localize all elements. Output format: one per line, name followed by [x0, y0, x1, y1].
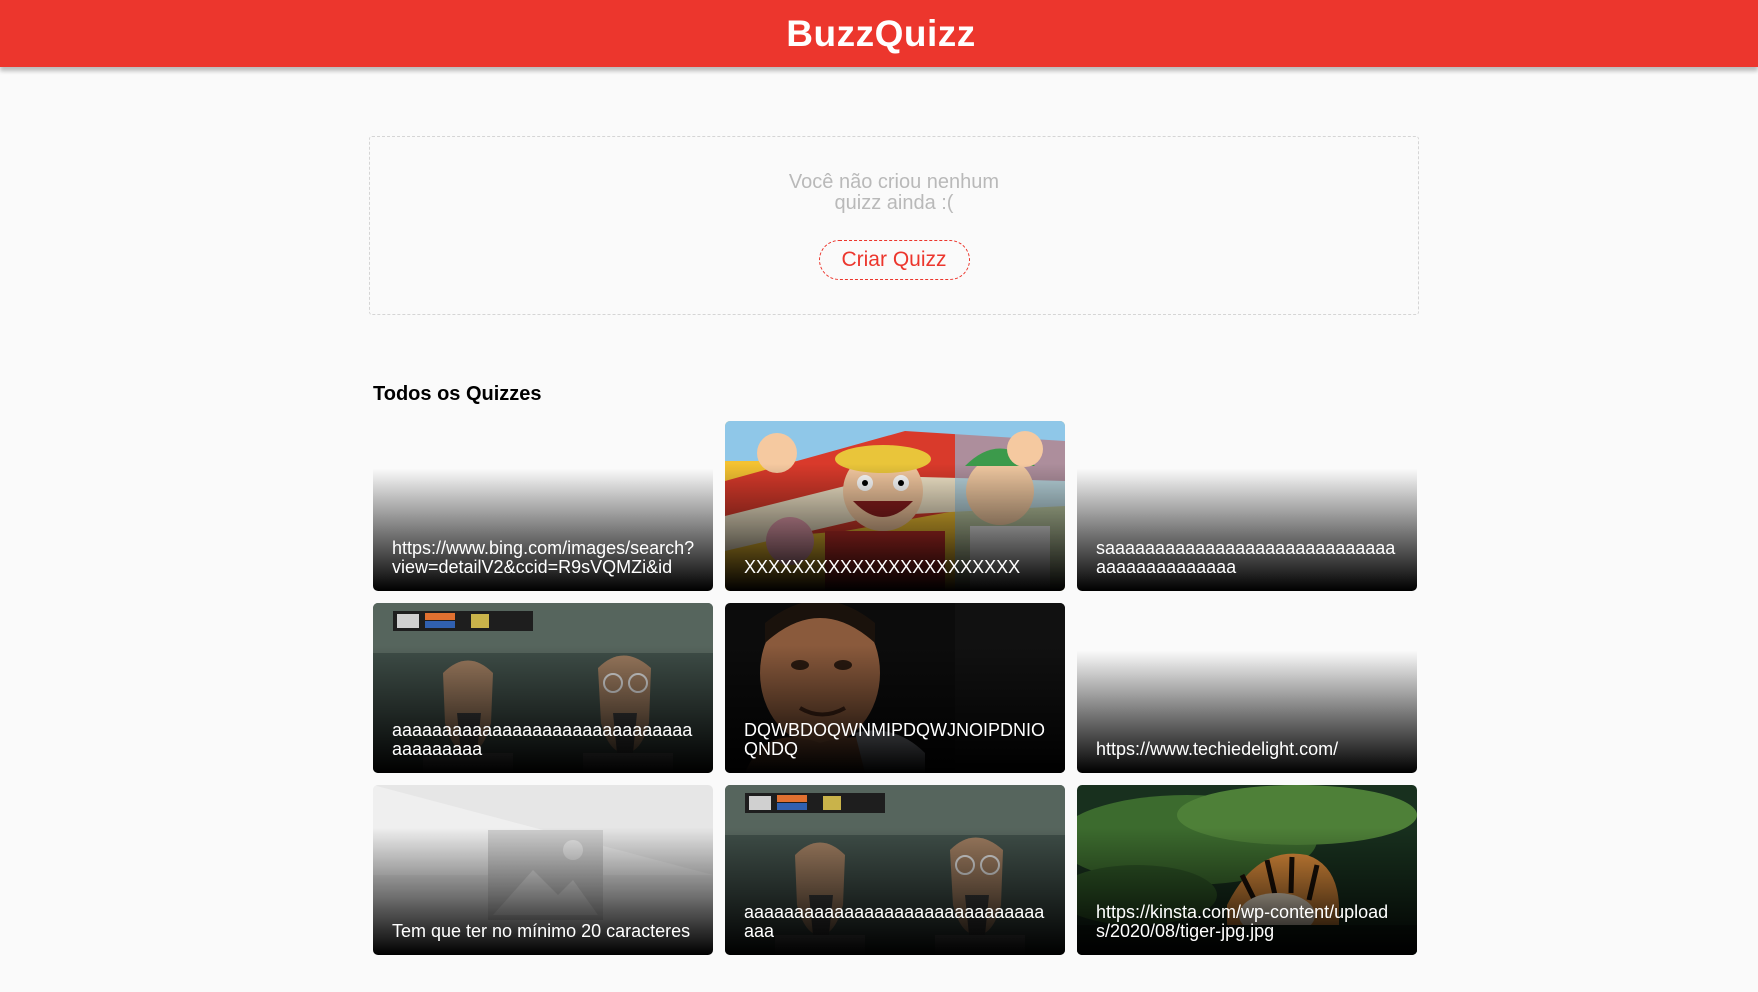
user-quizzes-empty-state: Você não criou nenhum quizz ainda :( Cri… — [369, 136, 1419, 315]
quiz-card[interactable]: https://kinsta.com/wp-content/uploads/20… — [1077, 785, 1417, 955]
quiz-card-title: aaaaaaaaaaaaaaaaaaaaaaaaaaaaaaaaa — [744, 902, 1045, 941]
quiz-card[interactable]: DQWBDOQWNMIPDQWJNOIPDNIOQNDQ — [725, 603, 1065, 773]
empty-message: Você não criou nenhum quizz ainda :( — [788, 171, 1000, 214]
quiz-card[interactable]: https://www.bing.com/images/search?view=… — [373, 421, 713, 591]
quiz-card-title: DQWBDOQWNMIPDQWJNOIPDNIOQNDQ — [744, 720, 1045, 759]
quiz-card-title: saaaaaaaaaaaaaaaaaaaaaaaaaaaaaaaaaaaaaaa… — [1096, 538, 1396, 577]
quiz-card-title: XXXXXXXXXXXXXXXXXXXXXXX — [744, 557, 1021, 577]
quiz-card-title: https://www.bing.com/images/search?view=… — [392, 538, 695, 577]
app-header: BuzzQuizz — [0, 0, 1758, 67]
quiz-card-title: aaaaaaaaaaaaaaaaaaaaaaaaaaaaaaaaaaaaaaa — [392, 720, 693, 759]
app-logo[interactable]: BuzzQuizz — [786, 13, 975, 55]
create-quiz-button[interactable]: Criar Quizz — [818, 240, 970, 280]
quiz-card[interactable]: XXXXXXXXXXXXXXXXXXXXXXX — [725, 421, 1065, 591]
quiz-card[interactable]: aaaaaaaaaaaaaaaaaaaaaaaaaaaaaaaaaaaaaaa — [373, 603, 713, 773]
quiz-card-title: Tem que ter no mínimo 20 caracteres — [392, 921, 691, 941]
all-quizzes-heading: Todos os Quizzes — [373, 383, 542, 405]
quiz-card[interactable]: aaaaaaaaaaaaaaaaaaaaaaaaaaaaaaaaa — [725, 785, 1065, 955]
quiz-card-title: https://www.techiedelight.com/ — [1096, 739, 1339, 759]
quiz-card-title: https://kinsta.com/wp-content/uploads/20… — [1096, 902, 1389, 941]
quiz-card[interactable]: Tem que ter no mínimo 20 caracteres — [373, 785, 713, 955]
quiz-card[interactable]: saaaaaaaaaaaaaaaaaaaaaaaaaaaaaaaaaaaaaaa… — [1077, 421, 1417, 591]
quiz-card[interactable]: https://www.techiedelight.com/ — [1077, 603, 1417, 773]
quiz-grid: https://www.bing.com/images/search?view=… — [373, 421, 1417, 955]
